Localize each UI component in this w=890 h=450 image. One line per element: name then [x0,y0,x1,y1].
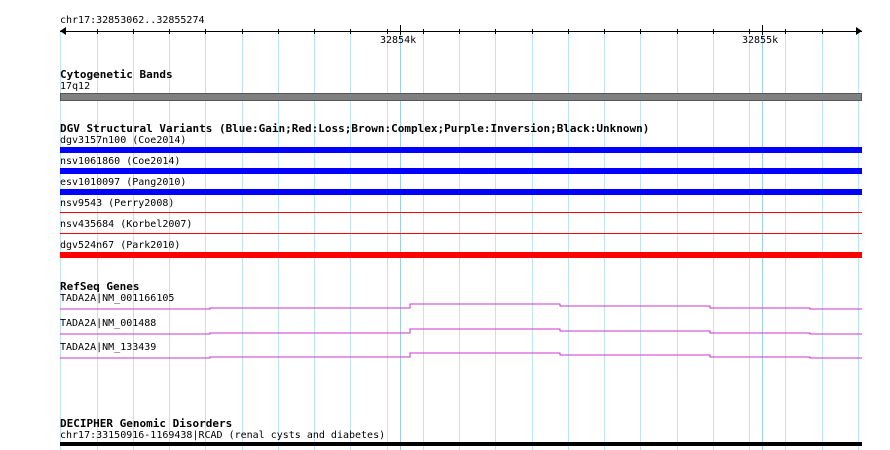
location-label: chr17:32853062..32855274 [60,15,205,26]
scroll-left-icon[interactable] [60,27,66,35]
variant-bar[interactable] [60,189,862,195]
ruler-tick [640,29,641,34]
variant-bar[interactable] [60,233,862,234]
ruler-tick [423,29,424,34]
ruler-tick [749,29,750,34]
variant-label: nsv1061860 (Coe2014) [60,156,181,167]
ruler-tick [568,29,569,34]
ruler-tick-major [762,25,763,35]
track-title: DGV Structural Variants (Blue:Gain;Red:L… [60,122,650,135]
ruler-tick-label: 32854k [380,35,417,46]
ruler-tick [713,29,714,34]
ruler-tick [495,29,496,34]
track-title: RefSeq Genes [60,280,140,293]
ruler-tick [242,29,243,34]
ruler-axis [60,31,862,32]
ruler-tick [314,29,315,34]
ruler-tick [278,29,279,34]
gene-model[interactable] [60,301,862,313]
ruler-tick [205,29,206,34]
variant-bar[interactable] [60,212,862,213]
disorder-label: chr17:33150916-1169438|RCAD (renal cysts… [60,430,386,441]
scroll-right-icon[interactable] [856,27,862,35]
variant-bar[interactable] [60,168,862,174]
track-title: Cytogenetic Bands [60,68,173,81]
variant-label: esv1010097 (Pang2010) [60,177,187,188]
ruler-tick [532,29,533,34]
variant-bar[interactable] [60,147,862,153]
variant-label: dgv524n67 (Park2010) [60,240,181,251]
variant-label: nsv9543 (Perry2008) [60,198,175,209]
ruler-tick [350,29,351,34]
disorder-bar[interactable] [60,442,862,446]
variant-bar[interactable] [60,252,862,258]
gene-model[interactable] [60,350,862,362]
variant-label: dgv3157n100 (Coe2014) [60,135,187,146]
ruler-tick [822,29,823,34]
ruler-tick-label: 32855k [742,35,779,46]
ruler-tick [785,29,786,34]
ruler-tick [169,29,170,34]
ruler-tick [604,29,605,34]
ruler-tick-major [400,25,401,35]
variant-label: nsv435684 (Korbel2007) [60,219,193,230]
ruler-tick [387,29,388,34]
band-label: 17q12 [60,81,91,92]
ruler-tick [677,29,678,34]
ruler-tick [97,29,98,34]
gene-model[interactable] [60,326,862,338]
ruler-tick [133,29,134,34]
ruler-tick [459,29,460,34]
track-title: DECIPHER Genomic Disorders [60,417,233,430]
cytoband-bar[interactable] [60,93,862,101]
